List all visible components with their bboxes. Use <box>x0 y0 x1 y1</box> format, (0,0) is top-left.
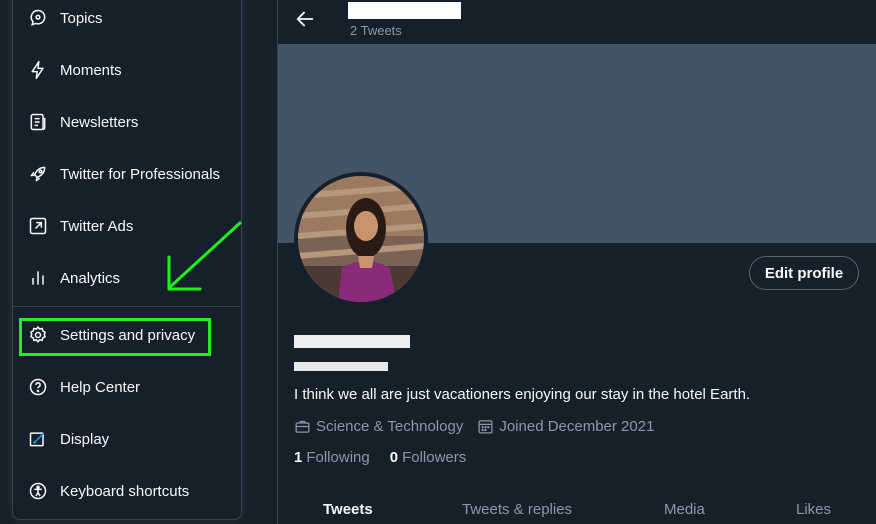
menu-item-label: Display <box>60 430 110 448</box>
newsletter-icon <box>28 112 48 132</box>
joined-item: Joined December 2021 <box>477 418 654 435</box>
profile-main-column: 2 Tweets Edit profile I think we all are… <box>277 0 876 524</box>
tab-likes[interactable]: Likes <box>796 501 831 518</box>
external-arrow-icon <box>28 216 48 236</box>
tweet-count: 2 Tweets <box>350 23 402 38</box>
followers-label: Followers <box>402 449 467 466</box>
profile-category: Science & Technology <box>316 418 464 435</box>
follow-stats: 1 Following 0 Followers <box>294 449 486 466</box>
menu-divider <box>12 306 240 307</box>
topics-icon <box>28 8 48 28</box>
tab-media[interactable]: Media <box>664 501 705 518</box>
profile-meta: Science & Technology Joined December 202… <box>294 418 668 435</box>
calendar-icon <box>478 420 493 434</box>
redacted-handle <box>294 362 388 371</box>
profile-tabs: Tweets Tweets & replies Media Likes <box>278 488 876 524</box>
menu-item-label: Moments <box>60 61 122 79</box>
menu-item-moments[interactable]: Moments <box>20 50 230 90</box>
joined-date: Joined December 2021 <box>499 418 655 435</box>
menu-item-label: Topics <box>60 9 103 27</box>
menu-item-label: Help Center <box>60 378 141 396</box>
edit-profile-button[interactable]: Edit profile <box>749 256 859 290</box>
menu-item-keyboard-shortcuts[interactable]: Keyboard shortcuts <box>20 471 230 511</box>
profile-bio: I think we all are just vacationers enjo… <box>294 386 751 403</box>
profile-header: 2 Tweets <box>278 0 876 44</box>
menu-item-label: Analytics <box>60 269 121 287</box>
menu-item-label: Twitter Ads <box>60 217 134 235</box>
following-label: Following <box>306 449 370 466</box>
menu-item-label: Keyboard shortcuts <box>60 482 190 500</box>
following-link[interactable]: 1 Following <box>294 449 370 466</box>
menu-item-label: Twitter for Professionals <box>60 165 221 183</box>
briefcase-icon <box>295 420 310 433</box>
menu-item-twitter-for-professionals[interactable]: Twitter for Professionals <box>20 154 230 194</box>
menu-item-display[interactable]: Display <box>20 419 230 459</box>
menu-item-newsletters[interactable]: Newsletters <box>20 102 230 142</box>
accessibility-icon <box>28 481 48 501</box>
redacted-profile-name <box>294 335 410 348</box>
back-arrow-icon[interactable] <box>294 8 316 30</box>
menu-item-label: Newsletters <box>60 113 139 131</box>
menu-item-topics[interactable]: Topics <box>20 0 230 38</box>
settings-highlight-box <box>19 318 211 356</box>
display-icon <box>28 429 48 449</box>
avatar[interactable] <box>294 172 428 306</box>
tab-tweets[interactable]: Tweets <box>323 501 373 518</box>
following-count: 1 <box>294 449 303 466</box>
redacted-display-name <box>348 2 461 19</box>
rocket-icon <box>28 164 48 184</box>
analytics-icon <box>28 268 48 288</box>
tab-tweets-and-replies[interactable]: Tweets & replies <box>462 501 572 518</box>
help-icon <box>28 377 48 397</box>
followers-count: 0 <box>389 449 399 466</box>
menu-item-help-center[interactable]: Help Center <box>20 367 230 407</box>
followers-link[interactable]: 0 Followers <box>390 449 467 466</box>
annotation-arrow-icon <box>167 221 242 291</box>
category-item: Science & Technology <box>294 418 463 435</box>
lightning-icon <box>28 60 48 80</box>
